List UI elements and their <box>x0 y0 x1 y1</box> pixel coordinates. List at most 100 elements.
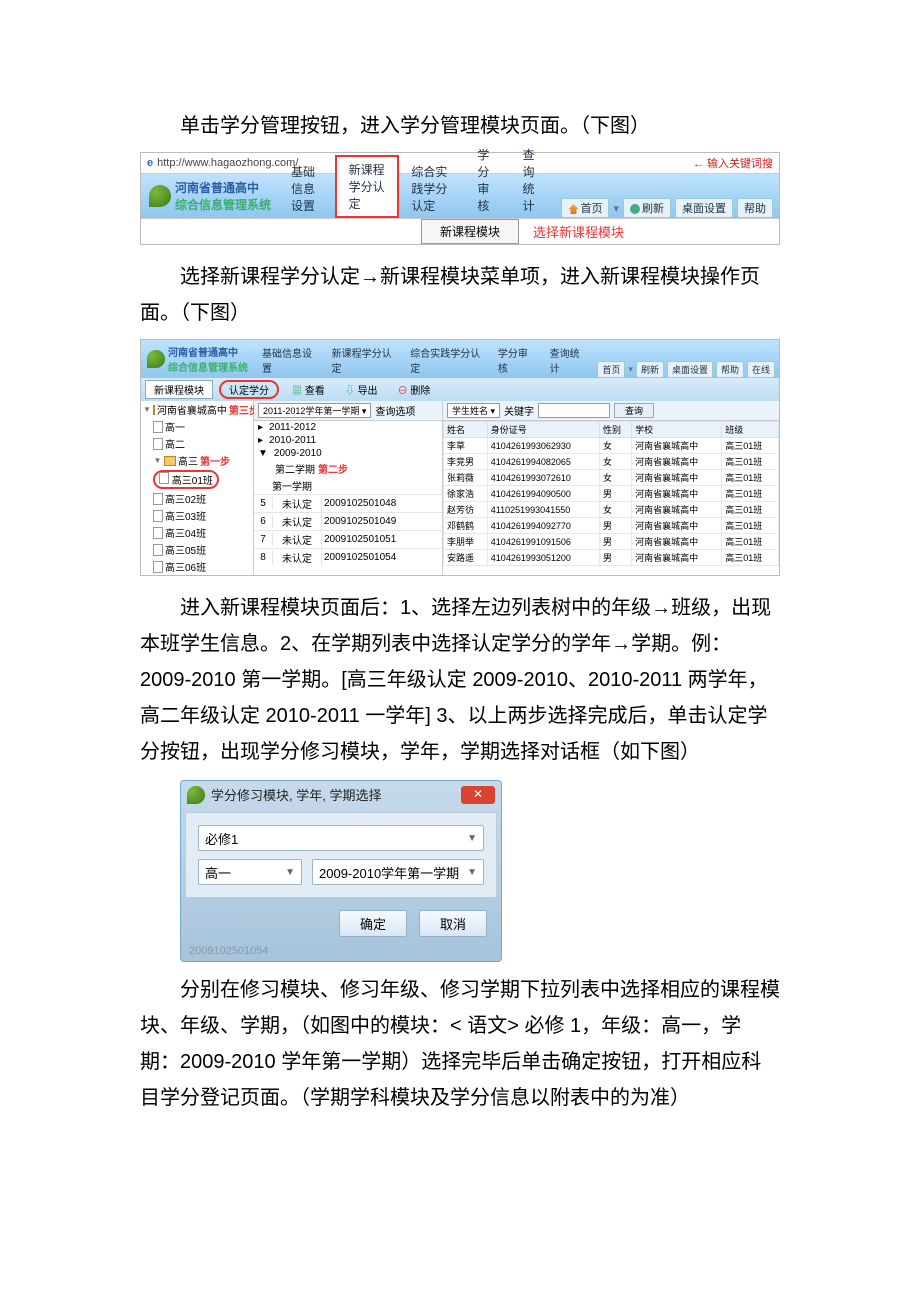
dialog-title: 学分修习模块, 学年, 学期选择 <box>211 785 455 804</box>
chevron-down-icon: ▼ <box>467 867 477 878</box>
online-button[interactable]: 在线 <box>747 361 775 378</box>
file-icon <box>153 510 163 522</box>
file-icon <box>153 544 163 556</box>
logo-line1: 河南省普通高中 <box>175 179 271 196</box>
year-node[interactable]: ▸2010-2011 <box>254 434 442 447</box>
export-button[interactable]: ⇩ 导出 <box>338 380 385 399</box>
table-row[interactable]: 赵芳彷4110251993041550女河南省襄城高中高三01班 <box>444 502 779 518</box>
table-row[interactable]: 李草4104261993062930女河南省襄城高中高三01班 <box>444 438 779 454</box>
table-row[interactable]: 李竞男4104261994082065女河南省襄城高中高三01班 <box>444 454 779 470</box>
folder-icon <box>164 456 176 466</box>
module-title: 新课程模块 <box>145 380 213 399</box>
menu-item[interactable]: 学分审核 <box>465 142 510 218</box>
refresh-icon <box>630 204 640 214</box>
credit-button[interactable]: 认定学分 <box>219 380 279 399</box>
file-icon <box>153 438 163 450</box>
semester-select[interactable]: 2009-2010学年第一学期▼ <box>312 859 484 885</box>
menu-item[interactable]: 新课程学分认定 <box>324 342 403 378</box>
file-icon <box>159 472 169 484</box>
submenu-item[interactable]: 新课程模块 <box>421 219 519 244</box>
tree-class[interactable]: 高三03班 <box>141 507 253 524</box>
student-table: 姓名 身份证号 性别 学校 班级 李草4104261993062930女河南省襄… <box>443 421 779 566</box>
chevron-down-icon: ▼ <box>285 867 295 878</box>
step2-label: 第二步 <box>318 461 348 476</box>
list-row[interactable]: 7未认定2009102501051 <box>254 530 442 548</box>
home-button[interactable]: 首页 <box>597 361 625 378</box>
site-logo: 河南省普通高中 综合信息管理系统 <box>141 340 254 378</box>
cancel-button[interactable]: 取消 <box>419 910 487 937</box>
chevron-down-icon: ▼ <box>467 833 477 844</box>
module-select[interactable]: 必修1▼ <box>198 825 484 851</box>
home-button[interactable]: 首页 <box>561 198 609 218</box>
ok-button[interactable]: 确定 <box>339 910 407 937</box>
logo-line2: 综合信息管理系统 <box>168 359 248 374</box>
leaf-icon <box>147 350 165 368</box>
help-button[interactable]: 帮助 <box>716 361 744 378</box>
menu-item-highlighted[interactable]: 新课程学分认定 <box>335 155 400 218</box>
tree-class[interactable]: 高三04班 <box>141 524 253 541</box>
col-header: 性别 <box>599 422 631 438</box>
semester-node[interactable]: 第二学期 第二步 <box>254 460 442 477</box>
semester-select[interactable]: 2011-2012学年第一学期 ▾ <box>258 403 371 418</box>
year-node[interactable]: ▼2009-2010 <box>254 447 442 460</box>
url-text: http://www.hagaozhong.com/ <box>157 157 298 169</box>
ghost-text: 2009102501054 <box>181 945 501 961</box>
col-header: 学校 <box>632 422 722 438</box>
annotation: 选择新课程模块 <box>519 219 638 244</box>
dialog-titlebar: 学分修习模块, 学年, 学期选择 ✕ <box>181 781 501 808</box>
filter-field-select[interactable]: 学生姓名 ▾ <box>447 403 500 418</box>
help-button[interactable]: 帮助 <box>737 198 773 218</box>
close-button[interactable]: ✕ <box>461 786 495 804</box>
menu-item[interactable]: 查询统计 <box>542 342 594 378</box>
home-icon <box>568 204 578 214</box>
semester-node[interactable]: 第一学期 <box>254 477 442 494</box>
file-icon <box>153 421 163 433</box>
table-row[interactable]: 徐家浩4104261994090500男河南省襄城高中高三01班 <box>444 486 779 502</box>
col-header: 姓名 <box>444 422 488 438</box>
list-row[interactable]: 5未认定2009102501048 <box>254 494 442 512</box>
paragraph: 单击学分管理按钮，进入学分管理模块页面。（下图） <box>140 108 780 144</box>
main-menu: 基础信息设置 新课程学分认定 综合实践学分认定 学分审核 查询统计 <box>279 174 555 218</box>
col-header: 身份证号 <box>487 422 599 438</box>
tree-class[interactable]: 高三06班 <box>141 558 253 575</box>
year-node[interactable]: ▸2011-2012 <box>254 421 442 434</box>
grade-select[interactable]: 高一▼ <box>198 859 302 885</box>
tree-grade[interactable]: 高二 <box>141 435 253 452</box>
list-row[interactable]: 6未认定2009102501049 <box>254 512 442 530</box>
refresh-button[interactable]: 刷新 <box>636 361 664 378</box>
menu-item[interactable]: 查询统计 <box>510 142 555 218</box>
keyword-input[interactable] <box>538 403 610 418</box>
refresh-button[interactable]: 刷新 <box>623 198 671 218</box>
menu-item[interactable]: 基础信息设置 <box>254 342 324 378</box>
menu-item[interactable]: 基础信息设置 <box>279 159 335 218</box>
tree-class[interactable]: 高三02班 <box>141 490 253 507</box>
leaf-icon <box>187 786 205 804</box>
main-menu: 基础信息设置 新课程学分认定 综合实践学分认定 学分审核 查询统计 <box>254 340 593 378</box>
menu-item[interactable]: 综合实践学分认定 <box>399 159 465 218</box>
desktop-button[interactable]: 桌面设置 <box>667 361 713 378</box>
desktop-button[interactable]: 桌面设置 <box>675 198 733 218</box>
query-button[interactable]: 查询 <box>614 403 654 418</box>
leaf-icon <box>149 185 171 207</box>
view-button[interactable]: ▦ 查看 <box>285 380 332 399</box>
folder-icon <box>153 405 155 415</box>
tree-class[interactable]: 高三01班 <box>141 469 253 490</box>
step1-label: 第一步 <box>200 453 230 468</box>
list-row[interactable]: 8未认定2009102501054 <box>254 548 442 566</box>
table-row[interactable]: 李朋举4104261991091506男河南省襄城高中高三01班 <box>444 534 779 550</box>
table-row[interactable]: 张莉薇4104261993072610女河南省襄城高中高三01班 <box>444 470 779 486</box>
menu-item[interactable]: 综合实践学分认定 <box>402 342 490 378</box>
logo-line1: 河南省普通高中 <box>168 344 248 359</box>
student-table-panel: 学生姓名 ▾ 关键字 查询 姓名 身份证号 性别 学校 班级 李草4104261… <box>443 401 779 575</box>
delete-button[interactable]: ⊖ 删除 <box>391 380 438 399</box>
tree-root[interactable]: ▼河南省襄城高中 第三步 <box>141 401 253 418</box>
tree-grade[interactable]: ▼高三 第一步 <box>141 452 253 469</box>
menu-item[interactable]: 学分审核 <box>490 342 542 378</box>
table-row[interactable]: 邓鹤鹤4104261994092770男河南省襄城高中高三01班 <box>444 518 779 534</box>
tree-class[interactable]: 高三05班 <box>141 541 253 558</box>
file-icon <box>153 561 163 573</box>
screenshot-3-dialog: 学分修习模块, 学年, 学期选择 ✕ 必修1▼ 高一▼ 2009-2010学年第… <box>180 780 502 962</box>
tree-grade[interactable]: 高一 <box>141 418 253 435</box>
table-row[interactable]: 安路遥4104261993051200男河南省襄城高中高三01班 <box>444 550 779 566</box>
grade-tree: ▼河南省襄城高中 第三步 高一 高二 ▼高三 第一步 高三01班 高三02班 高… <box>141 401 254 575</box>
